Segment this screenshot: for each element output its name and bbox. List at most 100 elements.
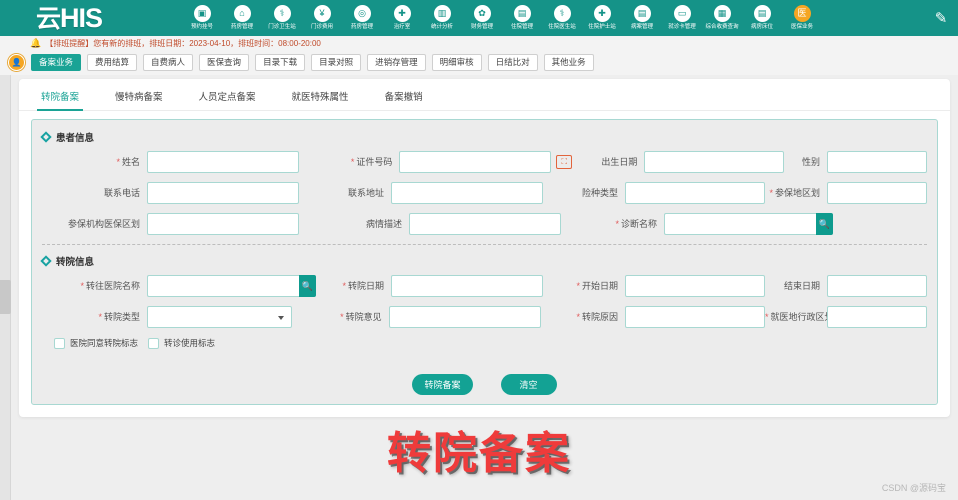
nav-item-yibaoyewu[interactable]: 医 医保业务: [782, 0, 822, 36]
nav-item-menzhenfeiyong[interactable]: ¥ 门诊费用: [302, 0, 342, 36]
toolbar-btn-beianyewu[interactable]: 备案业务: [31, 54, 82, 71]
pencil-icon[interactable]: ✎: [924, 0, 958, 36]
nav-label: 住院管理: [510, 24, 534, 30]
birth-date-input[interactable]: [644, 151, 785, 173]
app-logo: 云HIS: [0, 0, 178, 36]
doctor-station-icon: ⚕: [553, 5, 571, 22]
nav-item-zhuyuanyishengzhan[interactable]: ⚕ 住院医生站: [542, 0, 582, 36]
field-phone: 联系电话: [42, 182, 299, 204]
user-avatar[interactable]: 👤: [8, 54, 25, 71]
start-date-input[interactable]: [625, 275, 765, 297]
sidebar-drag-handle[interactable]: [0, 280, 11, 314]
top-header-bar: 云HIS ▣ 预约挂号 ⌂ 药房管理 ⚕ 门诊卫生站 ¥ 门诊费用 ◎ 药房管理: [0, 0, 958, 36]
insurance-type-input[interactable]: [625, 182, 765, 204]
treat-area-input[interactable]: [827, 306, 927, 328]
phone-input[interactable]: [147, 182, 299, 204]
transfer-date-input[interactable]: [391, 275, 543, 297]
nav-item-jiuzhenkaguanli[interactable]: ▭ 就诊卡管理: [662, 0, 702, 36]
nav-item-zhuyuanhushizhan[interactable]: ✚ 住院护士站: [582, 0, 622, 36]
field-gender: 性别: [785, 151, 927, 173]
toolbar-btn-qitayewu[interactable]: 其他业务: [543, 54, 594, 71]
form-panel: 患者信息 * 姓名 * 证件号码 ⛶ 出生日期 性别 联系电话 联系地址 险种类…: [31, 119, 938, 405]
field-label-transfer-opinion: * 转院意见: [340, 311, 382, 322]
toolbar-btn-mulxiazai[interactable]: 目录下载: [255, 54, 306, 71]
patient-section-title: 患者信息: [56, 133, 95, 144]
address-input[interactable]: [391, 182, 543, 204]
tab-renyuandingdianbeian[interactable]: 人员定点备案: [199, 89, 256, 110]
nav-item-menzhenweishengzhan[interactable]: ⚕ 门诊卫生站: [262, 0, 302, 36]
nav-item-zhiliaoshi[interactable]: ✚ 治疗室: [382, 0, 422, 36]
gender-input[interactable]: [827, 151, 927, 173]
csdn-credit: CSDN @源码宝: [881, 483, 946, 493]
name-input[interactable]: [147, 151, 299, 173]
field-label-insurer-area-code: 参保机构医保区划: [67, 218, 140, 229]
toolbar-btn-yibaochaxun[interactable]: 医保查询: [199, 54, 250, 71]
nav-item-caiwuguanli[interactable]: ✿ 财务管理: [462, 0, 502, 36]
nav-label: 医保业务: [790, 24, 814, 30]
field-illness-desc: 病情描述: [317, 213, 602, 235]
transfer-type-select[interactable]: [147, 306, 292, 328]
transfer-row-2: * 转院类型 * 转院意见 * 转院原因 * 就医地行政区划: [42, 306, 927, 328]
transfer-reason-input[interactable]: [625, 306, 765, 328]
field-label-transfer-type: * 转院类型: [98, 311, 140, 322]
field-end-date: 结束日期: [765, 275, 927, 297]
checkbox-box[interactable]: [54, 337, 65, 349]
finance-icon: ✿: [473, 5, 491, 22]
field-address: 联系地址: [299, 182, 563, 204]
search-icon[interactable]: 🔍: [816, 213, 833, 235]
tab-beianchexiao[interactable]: 备案撤销: [385, 89, 423, 110]
card-manage-icon: ▭: [673, 5, 691, 22]
target-hospital-input[interactable]: [147, 275, 299, 297]
field-insurance-type: 险种类型: [563, 182, 765, 204]
nav-item-yaofangguanli-2[interactable]: ◎ 药房管理: [342, 0, 382, 36]
toolbar-btn-feiyongjiesuan[interactable]: 费用结算: [87, 54, 138, 71]
patient-section-header: 患者信息: [40, 129, 927, 145]
clear-form-button[interactable]: 清空: [500, 374, 557, 395]
field-label-start-date: * 开始日期: [576, 280, 618, 291]
toolbar-btn-rijiebidui[interactable]: 日结比对: [487, 54, 538, 71]
field-diagnosis: * 诊断名称 🔍: [602, 213, 833, 235]
field-id-number: * 证件号码 ⛶: [307, 151, 582, 173]
module-nav-bar: ▣ 预约挂号 ⌂ 药房管理 ⚕ 门诊卫生站 ¥ 门诊费用 ◎ 药房管理 ✚ 治疗…: [178, 0, 924, 36]
scan-icon[interactable]: ⛶: [556, 155, 573, 169]
checkbox-hospital-agree[interactable]: 医院同意转院标志: [54, 337, 138, 349]
illness-desc-input[interactable]: [409, 213, 561, 235]
toolbar-btn-jinxiaocunguanli[interactable]: 进销存管理: [367, 54, 426, 71]
field-birth-date: 出生日期: [582, 151, 785, 173]
insured-area-input[interactable]: [827, 182, 927, 204]
id-number-input[interactable]: [399, 151, 552, 173]
tab-mantebingbeian[interactable]: 慢特病备案: [115, 89, 163, 110]
diagnosis-input[interactable]: [664, 213, 816, 235]
checkbox-referral-used[interactable]: 转诊使用标志: [148, 337, 215, 349]
drug-store-icon: ◎: [353, 5, 371, 22]
transfer-opinion-input[interactable]: [388, 306, 541, 328]
toolbar-btn-mingxishenhe[interactable]: 明细审核: [431, 54, 482, 71]
pharmacy-icon: ⌂: [233, 5, 251, 22]
toolbar-btn-muluduizhao[interactable]: 目录对照: [311, 54, 362, 71]
insurer-area-code-input[interactable]: [147, 213, 299, 235]
field-label-end-date: 结束日期: [783, 280, 820, 291]
field-label-birth-date: 出生日期: [601, 156, 638, 167]
nav-label: 门诊卫生站: [268, 24, 296, 30]
end-date-input[interactable]: [827, 275, 927, 297]
nav-label: 财务管理: [470, 24, 494, 30]
nav-item-bingfangchuangwei[interactable]: ▤ 病房床位: [742, 0, 782, 36]
tab-zhuanyuanbeian[interactable]: 转院备案: [36, 89, 84, 111]
nav-item-zonghe-shoufeichaxun[interactable]: ▦ 综合收费查询: [702, 0, 742, 36]
diamond-icon: [40, 131, 52, 143]
nav-item-yaofangguanli[interactable]: ⌂ 药房管理: [222, 0, 262, 36]
field-label-gender: 性别: [801, 156, 820, 167]
checkbox-box[interactable]: [148, 337, 160, 349]
nav-item-binganguanli[interactable]: ▤ 病案管理: [622, 0, 662, 36]
submit-transfer-record-button[interactable]: 转院备案: [412, 374, 473, 395]
tab-jiuyiteshushuxing[interactable]: 就医特殊属性: [292, 89, 349, 110]
nav-item-yuyueguahao[interactable]: ▣ 预约挂号: [182, 0, 222, 36]
field-transfer-type: * 转院类型: [42, 306, 314, 328]
search-icon[interactable]: 🔍: [299, 275, 316, 297]
nav-item-zhuyuanguanli[interactable]: ▤ 住院管理: [502, 0, 542, 36]
field-transfer-opinion: * 转院意见: [314, 306, 563, 328]
patient-row-3: 参保机构医保区划 病情描述 * 诊断名称 🔍: [42, 213, 927, 235]
nav-label: 病案管理: [630, 24, 654, 30]
nav-item-tongjifenxi[interactable]: ▥ 统计分析: [422, 0, 462, 36]
toolbar-btn-zifeibingren[interactable]: 自费病人: [143, 54, 194, 71]
